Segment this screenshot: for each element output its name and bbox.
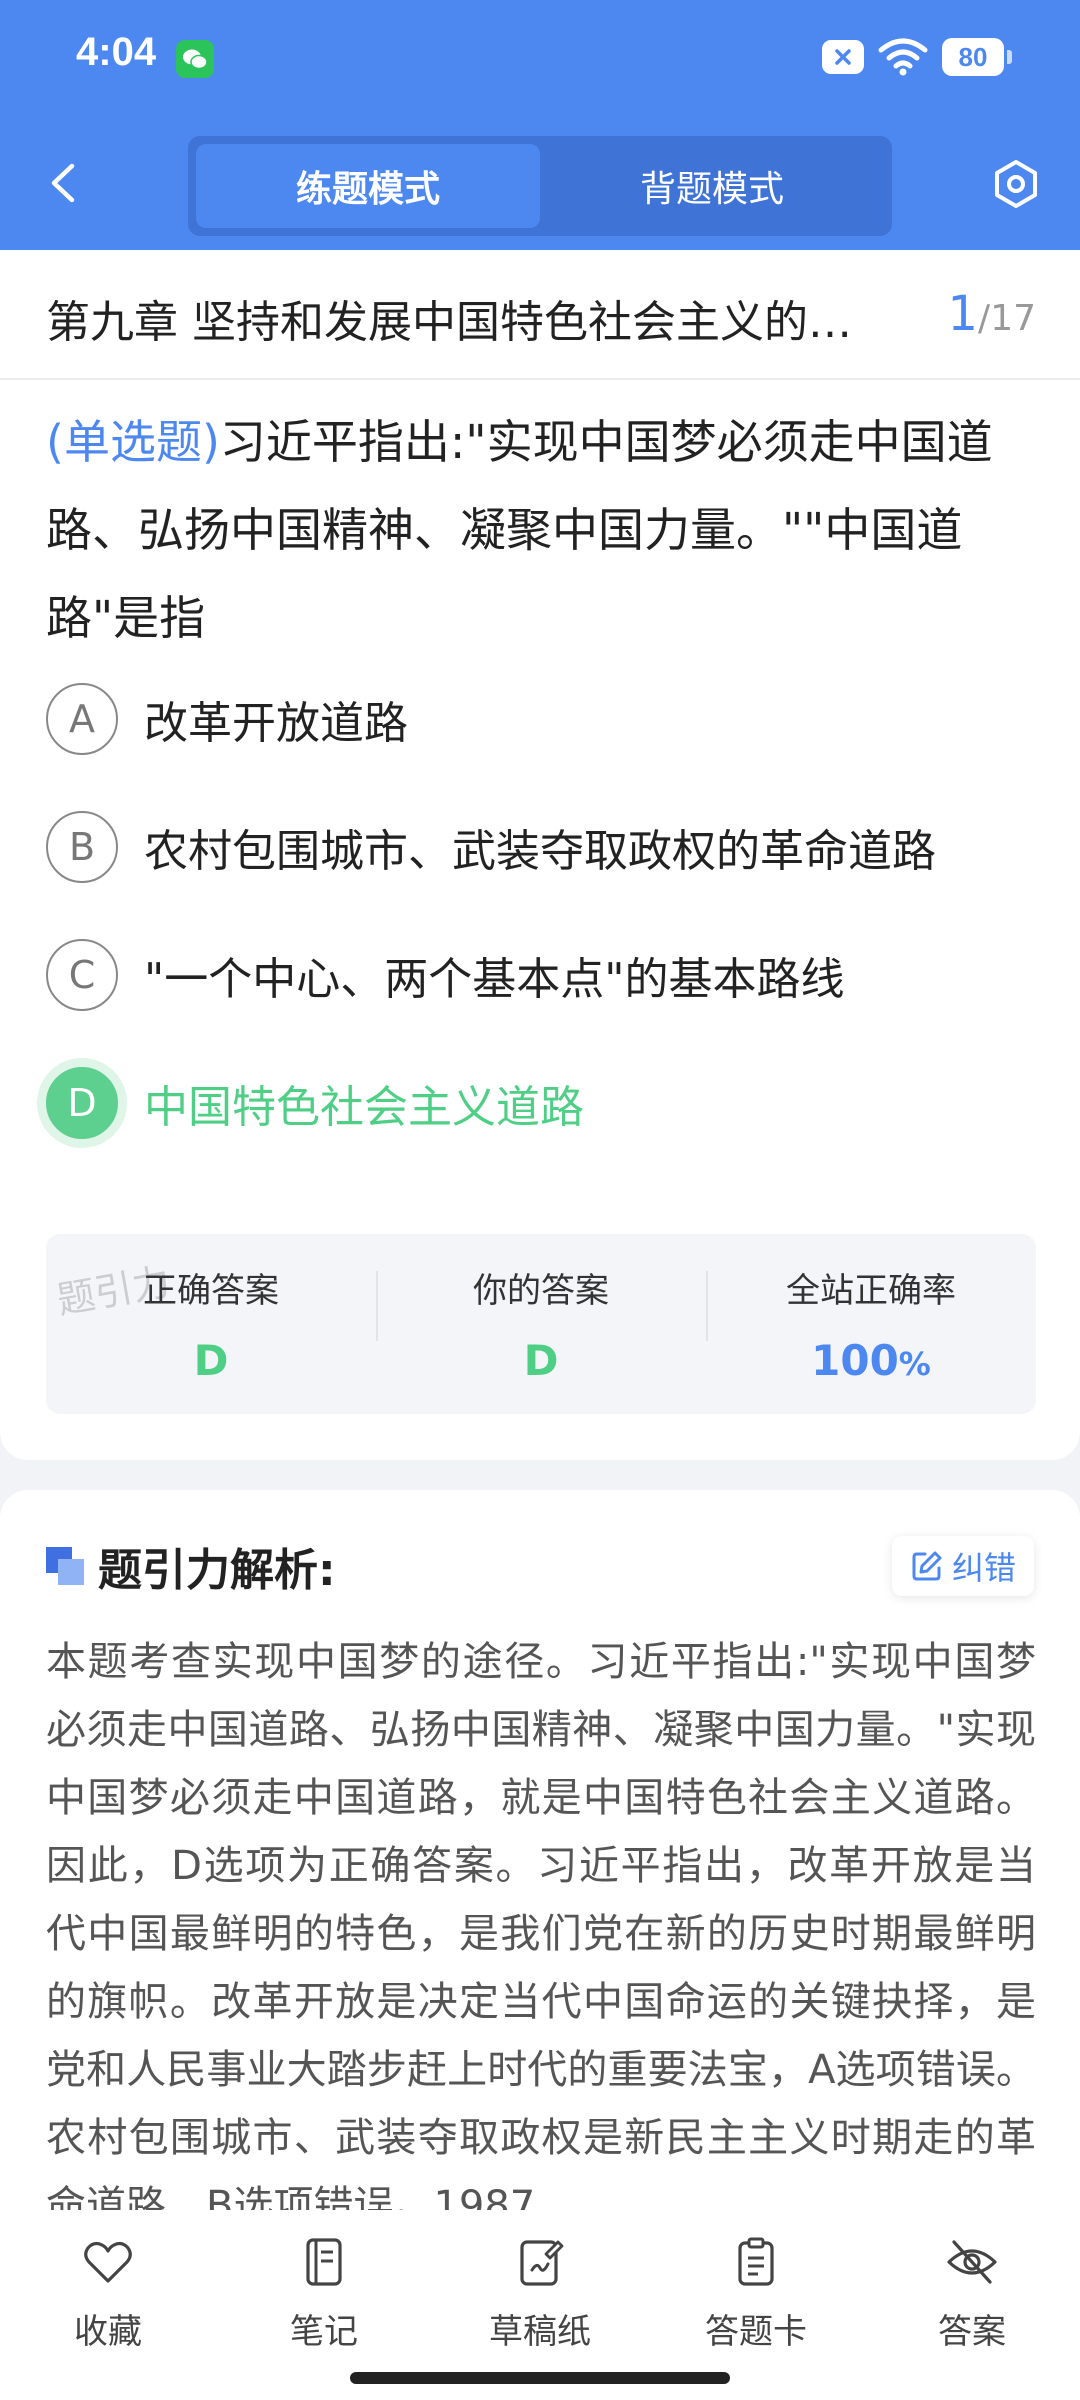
site-accuracy-unit: % <box>898 1345 931 1383</box>
site-accuracy-label: 全站正确率 <box>786 1271 956 1311</box>
option-letter: C <box>46 939 118 1011</box>
question-progress[interactable]: 1/17 <box>948 286 1037 342</box>
option-b[interactable]: B 农村包围城市、武装夺取政权的革命道路 <box>46 802 1036 892</box>
option-letter: D <box>46 1067 118 1139</box>
draft-paper-icon <box>520 2240 564 2286</box>
notes-label: 笔记 <box>290 2312 358 2352</box>
tab-memorize-mode[interactable]: 背题模式 <box>540 144 884 228</box>
status-time: 4:04 <box>76 30 157 74</box>
chapter-bar: 第九章 坚持和发展中国特色社会主义的… 1/17 <box>0 250 1080 380</box>
question-stem: (单选题)习近平指出:"实现中国梦必须走中国道路、弘扬中国精神、凝聚中国力量。"… <box>46 398 1036 662</box>
home-indicator[interactable] <box>350 2372 730 2384</box>
back-arrow-icon[interactable] <box>40 158 90 208</box>
nav-bar: 练题模式 背题模式 <box>0 118 1080 250</box>
progress-separator: / <box>978 298 991 339</box>
heart-icon <box>84 2241 132 2283</box>
question-card: 第九章 坚持和发展中国特色社会主义的… 1/17 (单选题)习近平指出:"实现中… <box>0 250 1080 1460</box>
mode-toggle: 练题模式 背题模式 <box>188 136 892 236</box>
analysis-card: 题引力解析: 纠错 本题考查实现中国梦的途径。习近平指出:"实现中国梦必须走中国… <box>0 1490 1080 2210</box>
your-answer-label: 你的答案 <box>473 1271 609 1311</box>
answer-summary-panel: 题引力 正确答案 D 你的答案 D 全站正确率 100% <box>46 1234 1036 1414</box>
option-text: 改革开放道路 <box>144 698 408 749</box>
correct-answer: 正确答案 D <box>46 1263 376 1385</box>
option-a[interactable]: A 改革开放道路 <box>46 674 1036 764</box>
correct-answer-value: D <box>193 1336 229 1385</box>
answer-card-label: 答题卡 <box>705 2312 807 2352</box>
eye-off-icon <box>947 2240 997 2284</box>
progress-total: 17 <box>990 298 1036 339</box>
wechat-notification-icon <box>176 40 214 78</box>
question-type-label: (单选题) <box>46 415 220 469</box>
site-accuracy: 全站正确率 100% <box>706 1263 1036 1385</box>
analysis-text: 本题考查实现中国梦的途径。习近平指出:"实现中国梦必须走中国道路、弘扬中国精神、… <box>46 1639 1036 2210</box>
report-error-label: 纠错 <box>951 1549 1016 1587</box>
battery-indicator: 80 <box>942 38 1012 76</box>
analysis-title: 题引力解析: <box>98 1545 336 1596</box>
site-accuracy-value: 100% <box>706 1336 1036 1385</box>
muted-notification-icon <box>822 40 864 74</box>
settings-icon[interactable] <box>990 158 1042 210</box>
option-c[interactable]: C "一个中心、两个基本点"的基本路线 <box>46 930 1036 1020</box>
status-bar: 4:04 80 <box>0 0 1080 118</box>
report-error-button[interactable]: 纠错 <box>891 1536 1034 1596</box>
correct-answer-label: 正确答案 <box>143 1271 279 1311</box>
favorite-button[interactable]: 收藏 <box>0 2210 216 2400</box>
toggle-answer-label: 答案 <box>938 2312 1006 2352</box>
draft-paper-label: 草稿纸 <box>489 2312 591 2352</box>
analysis-header: 题引力解析: <box>46 1534 336 1598</box>
your-answer: 你的答案 D <box>376 1263 706 1385</box>
favorite-label: 收藏 <box>74 2312 142 2352</box>
your-answer-value: D <box>523 1336 559 1385</box>
option-letter: A <box>46 683 118 755</box>
option-text: "一个中心、两个基本点"的基本路线 <box>144 954 845 1005</box>
toggle-answer-button[interactable]: 答案 <box>864 2210 1080 2400</box>
option-letter: B <box>46 811 118 883</box>
option-text: 农村包围城市、武装夺取政权的革命道路 <box>144 826 936 877</box>
tab-practice-mode[interactable]: 练题模式 <box>196 144 540 228</box>
app-header: 4:04 80 练题模式 背题模式 <box>0 0 1080 250</box>
notebook-icon <box>306 2238 342 2286</box>
chapter-title[interactable]: 第九章 坚持和发展中国特色社会主义的… <box>46 286 926 350</box>
progress-current: 1 <box>947 286 979 342</box>
status-icons: 80 <box>822 38 1012 76</box>
option-d-correct[interactable]: D 中国特色社会主义道路 <box>46 1058 1036 1148</box>
site-accuracy-number: 100 <box>811 1336 899 1385</box>
analysis-squares-icon <box>46 1547 84 1585</box>
option-text: 中国特色社会主义道路 <box>144 1082 584 1133</box>
answer-card-icon <box>738 2237 774 2286</box>
edit-icon <box>912 1551 942 1581</box>
wifi-icon <box>878 38 928 76</box>
